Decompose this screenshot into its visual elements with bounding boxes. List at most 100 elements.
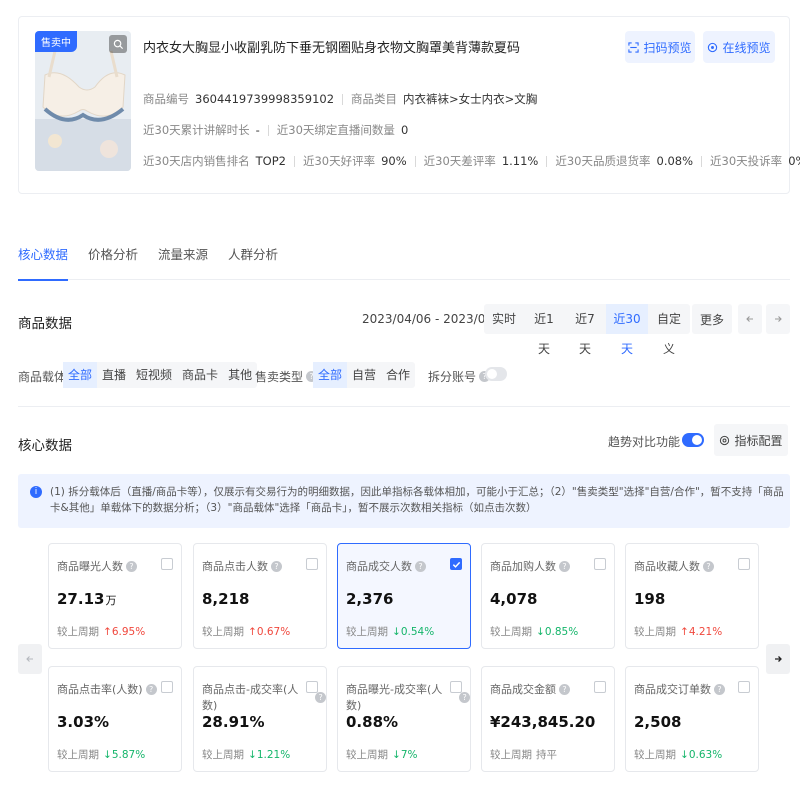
stat-value: 0.08% — [656, 154, 694, 168]
product-image[interactable]: 售卖中 — [35, 31, 131, 171]
metric-checkbox[interactable] — [594, 558, 606, 570]
explain-value: - — [255, 123, 260, 137]
metric-value-number: 0.88% — [346, 713, 399, 731]
metric-label: 商品曝光人数? — [57, 558, 137, 574]
metric-checkbox[interactable] — [306, 558, 318, 570]
range-realtime[interactable]: 实时 — [484, 304, 524, 334]
notice-text: (1) 拆分载体后（直播/商品卡等），仅展示有交易行为的明细数据，因此单指标各载… — [50, 486, 784, 514]
help-icon[interactable]: ? — [126, 560, 137, 572]
help-icon[interactable]: ? — [459, 691, 470, 703]
help-icon[interactable]: ? — [271, 560, 282, 572]
metric-card[interactable]: 商品曝光-成交率(人数)? 0.88% 较上周期 ↓7% — [337, 666, 471, 772]
metric-value: 0.88% — [346, 713, 399, 731]
tab-audience-analysis[interactable]: 人群分析 — [228, 240, 278, 280]
product-analysis-page: 售卖中 内衣女大胸显小收副乳防下垂无钢圈贴身衣物文胸罩美背薄款夏码 商品编号 3… — [0, 0, 800, 800]
metric-compare: 较上周期 ↓0.63% — [634, 747, 722, 762]
metric-label: 商品成交金额? — [490, 681, 570, 697]
metric-card[interactable]: 商品点击-成交率(人数)? 28.91% 较上周期 ↓1.21% — [193, 666, 327, 772]
metric-change: ↓0.54% — [392, 626, 434, 638]
help-icon[interactable]: ? — [703, 560, 714, 572]
help-icon[interactable]: ? — [145, 683, 157, 695]
tab-price-analysis[interactable]: 价格分析 — [88, 240, 138, 280]
metric-card[interactable]: 商品点击率(人数)? 3.03% 较上周期 ↓5.87% — [48, 666, 182, 772]
analysis-tabs: 核心数据 价格分析 流量来源 人群分析 — [18, 240, 790, 281]
metric-checkbox[interactable] — [161, 681, 173, 693]
help-icon[interactable]: ? — [559, 560, 570, 572]
sale-type-coop[interactable]: 合作 — [381, 362, 415, 388]
metric-compare: 较上周期 持平 — [490, 747, 557, 762]
help-icon[interactable]: ? — [559, 683, 570, 695]
metric-label: 商品收藏人数? — [634, 558, 714, 574]
carrier-all[interactable]: 全部 — [63, 362, 98, 388]
split-account-toggle[interactable] — [485, 367, 507, 381]
metric-card[interactable]: 商品曝光人数? 27.13万 较上周期 ↑6.95% — [48, 543, 182, 649]
metric-checkbox[interactable] — [594, 681, 606, 693]
time-range-selector: 实时 近1天 近7天 近30天 自定义 — [484, 304, 690, 356]
carousel-next-icon[interactable] — [766, 644, 790, 674]
metric-value-number: 8,218 — [202, 590, 250, 608]
carousel-prev-icon[interactable] — [18, 644, 42, 674]
range-30d[interactable]: 近30天 — [606, 304, 648, 356]
carrier-short-video[interactable]: 短视频 — [131, 362, 177, 388]
stat-label: 近30天好评率 — [302, 154, 376, 168]
metric-change-value: 6.95% — [111, 626, 146, 638]
metric-checkbox[interactable] — [450, 558, 462, 570]
metric-value-number: 3.03% — [57, 713, 110, 731]
tab-core-data[interactable]: 核心数据 — [18, 240, 69, 281]
metric-label-text: 商品收藏人数 — [634, 560, 700, 573]
metric-card[interactable]: 商品加购人数? 4,078 较上周期 ↓0.85% — [481, 543, 615, 649]
toggle-knob — [692, 435, 702, 445]
metric-label-text: 商品加购人数 — [490, 560, 556, 573]
trend-arrow-icon: ↓ — [680, 749, 689, 761]
metric-checkbox[interactable] — [306, 681, 318, 693]
help-icon[interactable]: ? — [714, 683, 725, 695]
prev-period-icon[interactable] — [738, 304, 762, 334]
metric-checkbox[interactable] — [161, 558, 173, 570]
compare-label: 较上周期 — [490, 626, 532, 638]
info-notice: i (1) 拆分载体后（直播/商品卡等），仅展示有交易行为的明细数据，因此单指标… — [18, 474, 790, 528]
metric-config-button[interactable]: 指标配置 — [714, 424, 788, 456]
sale-type-self[interactable]: 自营 — [347, 362, 381, 388]
trend-compare-toggle[interactable] — [682, 433, 704, 447]
range-custom[interactable]: 自定义 — [648, 304, 690, 356]
sale-type-label: 售卖类型 ? — [255, 368, 318, 385]
metric-change: ↓1.21% — [248, 749, 290, 761]
metric-value-number: 27.13 — [57, 590, 105, 608]
metric-card[interactable]: 商品成交金额? ¥243,845.20 较上周期 持平 — [481, 666, 615, 772]
metric-change: ↓5.87% — [103, 749, 145, 761]
scan-preview-button[interactable]: 扫码预览 — [625, 31, 695, 63]
next-period-icon[interactable] — [766, 304, 790, 334]
metric-checkbox[interactable] — [450, 681, 462, 693]
carrier-other[interactable]: 其他 — [223, 362, 257, 388]
category-label: 商品类目 — [351, 92, 398, 106]
metric-value: ¥243,845.20 — [490, 713, 596, 731]
carrier-filter: 全部 直播 短视频 商品卡 其他 — [63, 362, 258, 388]
metric-change: ↑6.95% — [103, 626, 145, 638]
stat-value: 90% — [381, 154, 407, 168]
more-button[interactable]: 更多 — [692, 304, 732, 334]
metric-value: 27.13万 — [57, 590, 116, 608]
sale-type-all[interactable]: 全部 — [313, 362, 348, 388]
tab-traffic-source[interactable]: 流量来源 — [158, 240, 208, 280]
metric-change-value: 1.21% — [256, 749, 291, 761]
compare-label: 较上周期 — [202, 749, 244, 761]
carrier-live[interactable]: 直播 — [97, 362, 131, 388]
help-icon[interactable]: ? — [315, 691, 326, 703]
metric-value-number: 198 — [634, 590, 666, 608]
metric-checkbox[interactable] — [738, 681, 750, 693]
metric-value-number: 2,376 — [346, 590, 394, 608]
zoom-icon[interactable] — [109, 35, 127, 53]
carrier-goods-card[interactable]: 商品卡 — [177, 362, 223, 388]
metric-checkbox[interactable] — [738, 558, 750, 570]
trend-arrow-icon: ↑ — [680, 626, 689, 638]
range-7d[interactable]: 近7天 — [564, 304, 606, 356]
compare-label: 较上周期 — [490, 749, 532, 761]
online-preview-button[interactable]: 在线预览 — [703, 31, 775, 63]
metric-card[interactable]: 商品成交订单数? 2,508 较上周期 ↓0.63% — [625, 666, 759, 772]
metric-card[interactable]: 商品收藏人数? 198 较上周期 ↑4.21% — [625, 543, 759, 649]
help-icon[interactable]: ? — [415, 560, 426, 572]
trend-arrow-icon: ↓ — [248, 749, 257, 761]
range-1d[interactable]: 近1天 — [524, 304, 564, 356]
metric-card[interactable]: 商品点击人数? 8,218 较上周期 ↑0.67% — [193, 543, 327, 649]
metric-card[interactable]: 商品成交人数? 2,376 较上周期 ↓0.54% — [337, 543, 471, 649]
